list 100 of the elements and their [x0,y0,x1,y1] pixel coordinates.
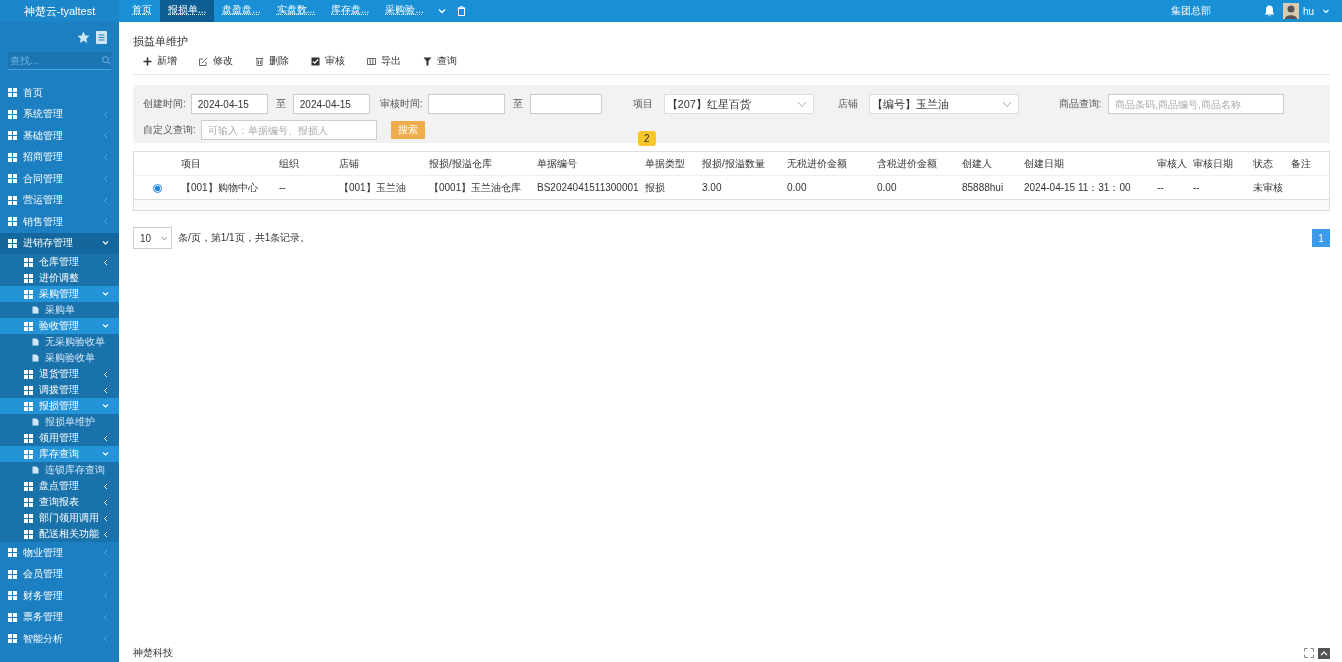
sidebar-item[interactable]: 基础管理 [0,125,119,147]
toolbar-button[interactable]: 修改 [199,52,233,70]
column-header: 项目 [179,152,277,176]
column-header: 审核人 [1155,152,1191,176]
column-header: 店铺 [337,152,427,176]
grid-icon [8,195,17,205]
date-field[interactable] [529,94,602,114]
chevron-left-icon [103,549,109,557]
sidebar-item[interactable]: 退货管理 [0,366,119,382]
search-icon[interactable] [102,56,111,65]
page-size-select[interactable]: 10 [133,227,172,249]
list-icon[interactable] [96,30,107,44]
user-name[interactable]: hu [1302,5,1314,17]
table-cell: 3.00 [700,175,785,200]
date-field[interactable]: 2024-04-15 [292,94,370,114]
table-cell: 0.00 [875,175,960,200]
sidebar-item[interactable]: 票务管理 [0,606,119,628]
check-icon [311,56,320,66]
sidebar-item[interactable]: 报损管理 [0,398,119,414]
star-icon[interactable] [77,30,90,44]
sidebar-item[interactable]: 财务管理 [0,585,119,607]
store-select[interactable]: 【编号】玉兰油 [868,94,1019,114]
grid-icon [24,481,33,491]
grid-icon [8,612,17,622]
date-field[interactable] [427,94,505,114]
nav-tab[interactable]: 首页 [124,0,160,22]
sidebar-item[interactable]: 领用管理 [0,430,119,446]
sidebar-item[interactable]: 采购验收单 [0,350,119,366]
table-cell: -- [1191,175,1251,200]
grid-icon [8,131,17,141]
table-cell: 0.00 [785,175,875,200]
grid-icon [8,591,17,601]
grid-icon [24,497,33,507]
sidebar-item[interactable]: 物业管理 [0,542,119,564]
chevron-left-icon [103,132,109,140]
grid-icon [24,257,33,267]
grid-icon [24,321,33,331]
sidebar-item[interactable]: 智能分析 [0,628,119,650]
trash-icon[interactable] [456,6,466,16]
sidebar-item[interactable]: 验收管理 [0,318,119,334]
chevron-down-icon [161,235,168,241]
sidebar-item[interactable]: 查询报表 [0,494,119,510]
goods-search-field[interactable]: 商品条码,商品编号,商品名称 [1108,94,1285,114]
sidebar-item[interactable]: 系统管理 [0,103,119,125]
fullscreen-icon[interactable] [1304,648,1314,658]
sidebar-item[interactable]: 销售管理 [0,211,119,233]
page-title: 损益单维护 [133,34,189,48]
sidebar-item[interactable]: 无采购验收单 [0,334,119,350]
chevron-left-icon [103,110,109,118]
toolbar-button[interactable]: 查询 [423,52,457,70]
sidebar-item[interactable]: 报损单维护 [0,414,119,430]
nav-tab[interactable]: 实盘数... [268,0,324,22]
nav-tab[interactable]: 盘盈盘... [214,0,269,22]
sidebar-item[interactable]: 进价调整 [0,270,119,286]
sidebar-item[interactable]: 采购管理 [0,286,119,302]
table-cell: 【001】购物中心 [179,175,277,200]
toolbar-button[interactable]: 新增 [143,52,177,70]
scroll-up-icon[interactable] [1318,647,1330,659]
nav-tab[interactable]: 采购验... [377,0,432,22]
table-icon [367,56,376,66]
sidebar-item[interactable]: 进销存管理 [0,232,119,254]
sidebar-item[interactable]: 连锁库存查询 [0,462,119,478]
chevron-left-icon [103,258,109,266]
chevron-left-icon [103,434,109,442]
search-field[interactable]: 查找... [8,52,111,70]
project-select[interactable]: 【207】红星百货 [663,94,814,114]
sidebar-item[interactable]: 招商管理 [0,146,119,168]
sidebar-item[interactable]: 部门领用调用 [0,510,119,526]
nav-tab[interactable]: 报损单... [160,0,215,22]
toolbar-button[interactable]: 审核 [311,52,345,70]
table-cell: 未审核 [1251,175,1289,200]
plus-icon [143,56,152,66]
chevron-left-icon [103,175,109,183]
sidebar-item[interactable]: 调拨管理 [0,382,119,398]
sidebar-item[interactable]: 营运管理 [0,189,119,211]
sidebar-item[interactable]: 库存查询 [0,446,119,462]
custom-query-field[interactable]: 可输入：单据编号、报损人 [200,120,377,140]
page-button[interactable]: 1 [1312,229,1330,247]
organization-name[interactable]: 集团总部 [1170,4,1211,18]
chevron-left-icon [103,196,109,204]
sidebar-item[interactable]: 首页 [0,82,119,104]
row-radio[interactable] [153,183,162,193]
sidebar-item[interactable]: 合同管理 [0,168,119,190]
sidebar-item[interactable]: 盘点管理 [0,478,119,494]
sidebar-item[interactable]: 会员管理 [0,563,119,585]
caret-icon[interactable] [1322,7,1330,15]
field-label: 店铺 [837,97,858,111]
sidebar-item[interactable]: 采购单 [0,302,119,318]
avatar-icon[interactable] [1282,3,1299,19]
field-label: 至 [512,97,523,111]
nav-tab[interactable]: 库存盘... [323,0,378,22]
bell-icon[interactable] [1263,5,1275,17]
search-input[interactable]: 查找... [8,55,102,66]
toolbar-button[interactable]: 导出 [367,52,401,70]
sidebar-item[interactable]: 仓库管理 [0,254,119,270]
chevron-left-icon [103,153,109,161]
chevron-down-icon[interactable] [436,6,447,16]
toolbar-button[interactable]: 删除 [255,52,289,70]
sidebar-item[interactable]: 配送相关功能 [0,526,119,542]
date-field[interactable]: 2024-04-15 [190,94,268,114]
